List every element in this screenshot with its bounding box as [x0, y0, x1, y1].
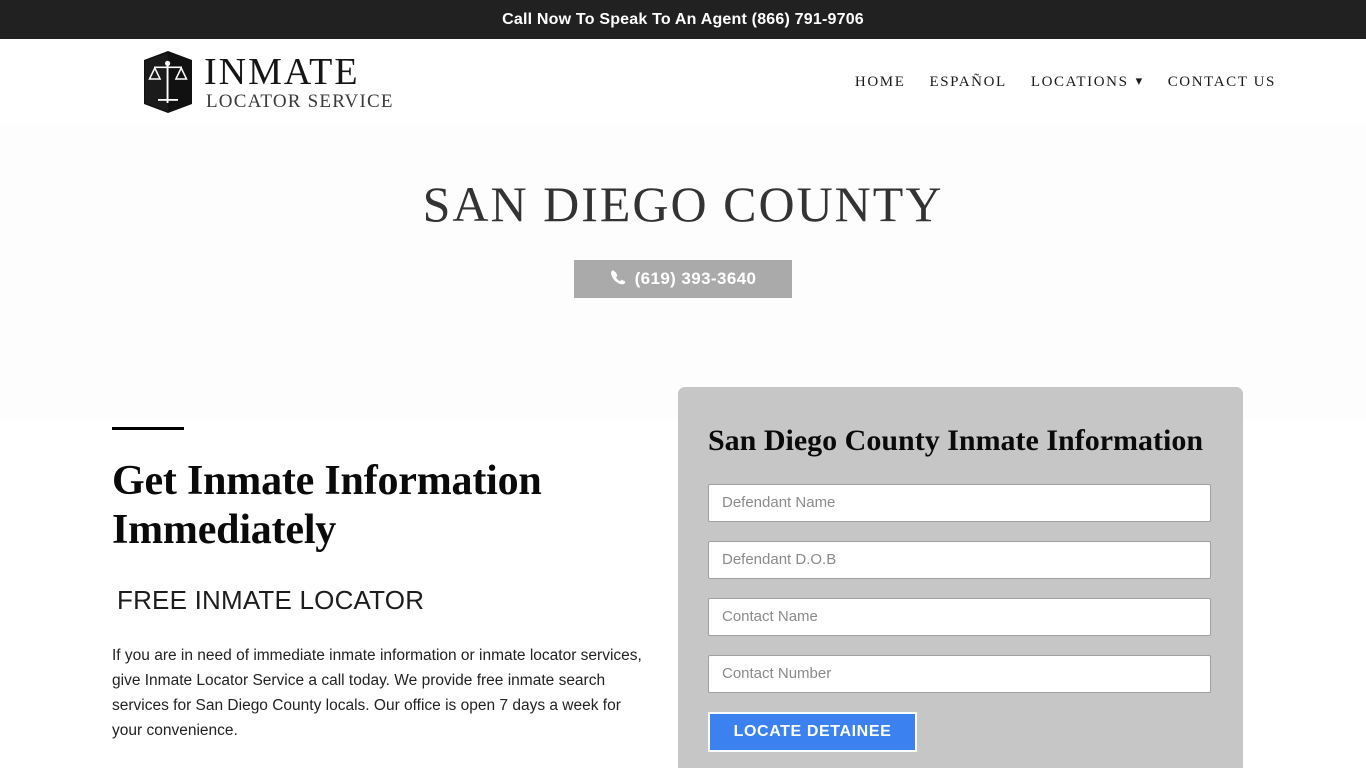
nav-label-contact-us: CONTACT US: [1167, 73, 1276, 90]
scales-of-justice-shield-icon: [140, 51, 196, 113]
defendant-dob-input[interactable]: [708, 540, 1211, 579]
nav-item-espanol[interactable]: ESPAÑOL: [929, 74, 1006, 91]
top-announcement-bar: Call Now To Speak To An Agent (866) 791-…: [0, 0, 1366, 39]
form-title: San Diego County Inmate Information: [708, 424, 1204, 457]
logo-wordmark: INMATE LOCATOR SERVICE: [204, 53, 394, 111]
phone-icon: [610, 269, 626, 290]
primary-navigation: HOME ESPAÑOL LOCATIONS ▾ CONTACT US: [855, 74, 1276, 91]
nav-item-locations[interactable]: LOCATIONS ▾: [1031, 74, 1144, 91]
logo-name: INMATE: [204, 51, 360, 93]
nav-item-contact-us[interactable]: CONTACT US: [1168, 74, 1276, 91]
section-paragraph: If you are in need of immediate inmate i…: [112, 647, 642, 739]
announcement-text: Call Now To Speak To An Agent (866) 791-…: [502, 10, 864, 28]
logo-tagline: LOCATOR SERVICE: [206, 91, 394, 112]
nav-label-home: HOME: [854, 73, 906, 90]
section-heading: Get Inmate Information Immediately: [112, 458, 542, 554]
page-root: Call Now To Speak To An Agent (866) 791-…: [0, 0, 1366, 768]
nav-label-locations: LOCATIONS: [1030, 73, 1129, 90]
page-title: SAN DIEGO COUNTY: [422, 176, 944, 232]
left-column: Get Inmate Information Immediately FREE …: [112, 420, 650, 768]
contact-name-input[interactable]: [708, 597, 1211, 636]
defendant-name-input[interactable]: [708, 483, 1211, 522]
hero-call-button-label: (619) 393-3640: [634, 269, 757, 288]
heading-divider: [112, 427, 184, 430]
chevron-down-icon[interactable]: ▾: [1136, 75, 1144, 88]
site-logo[interactable]: INMATE LOCATOR SERVICE: [140, 49, 394, 115]
hero-call-button[interactable]: (619) 393-3640: [574, 260, 792, 298]
contact-number-input[interactable]: [708, 654, 1211, 693]
locate-detainee-button[interactable]: LOCATE DETAINEE: [708, 711, 917, 752]
hero-section: SAN DIEGO COUNTY (619) 393-3640: [0, 125, 1366, 420]
inmate-information-form: San Diego County Inmate Information LOCA…: [678, 387, 1243, 768]
nav-item-home[interactable]: HOME: [855, 74, 906, 91]
section-subheading: FREE INMATE LOCATOR: [117, 585, 425, 616]
site-header: INMATE LOCATOR SERVICE HOME ESPAÑOL LOCA…: [0, 39, 1366, 125]
nav-label-espanol: ESPAÑOL: [929, 73, 1007, 90]
